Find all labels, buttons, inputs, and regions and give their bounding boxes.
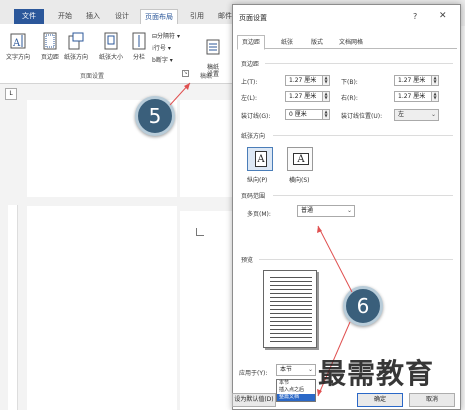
watermark-logo: 最需教育 [318, 357, 435, 390]
annotation-arrows [169, 82, 353, 397]
